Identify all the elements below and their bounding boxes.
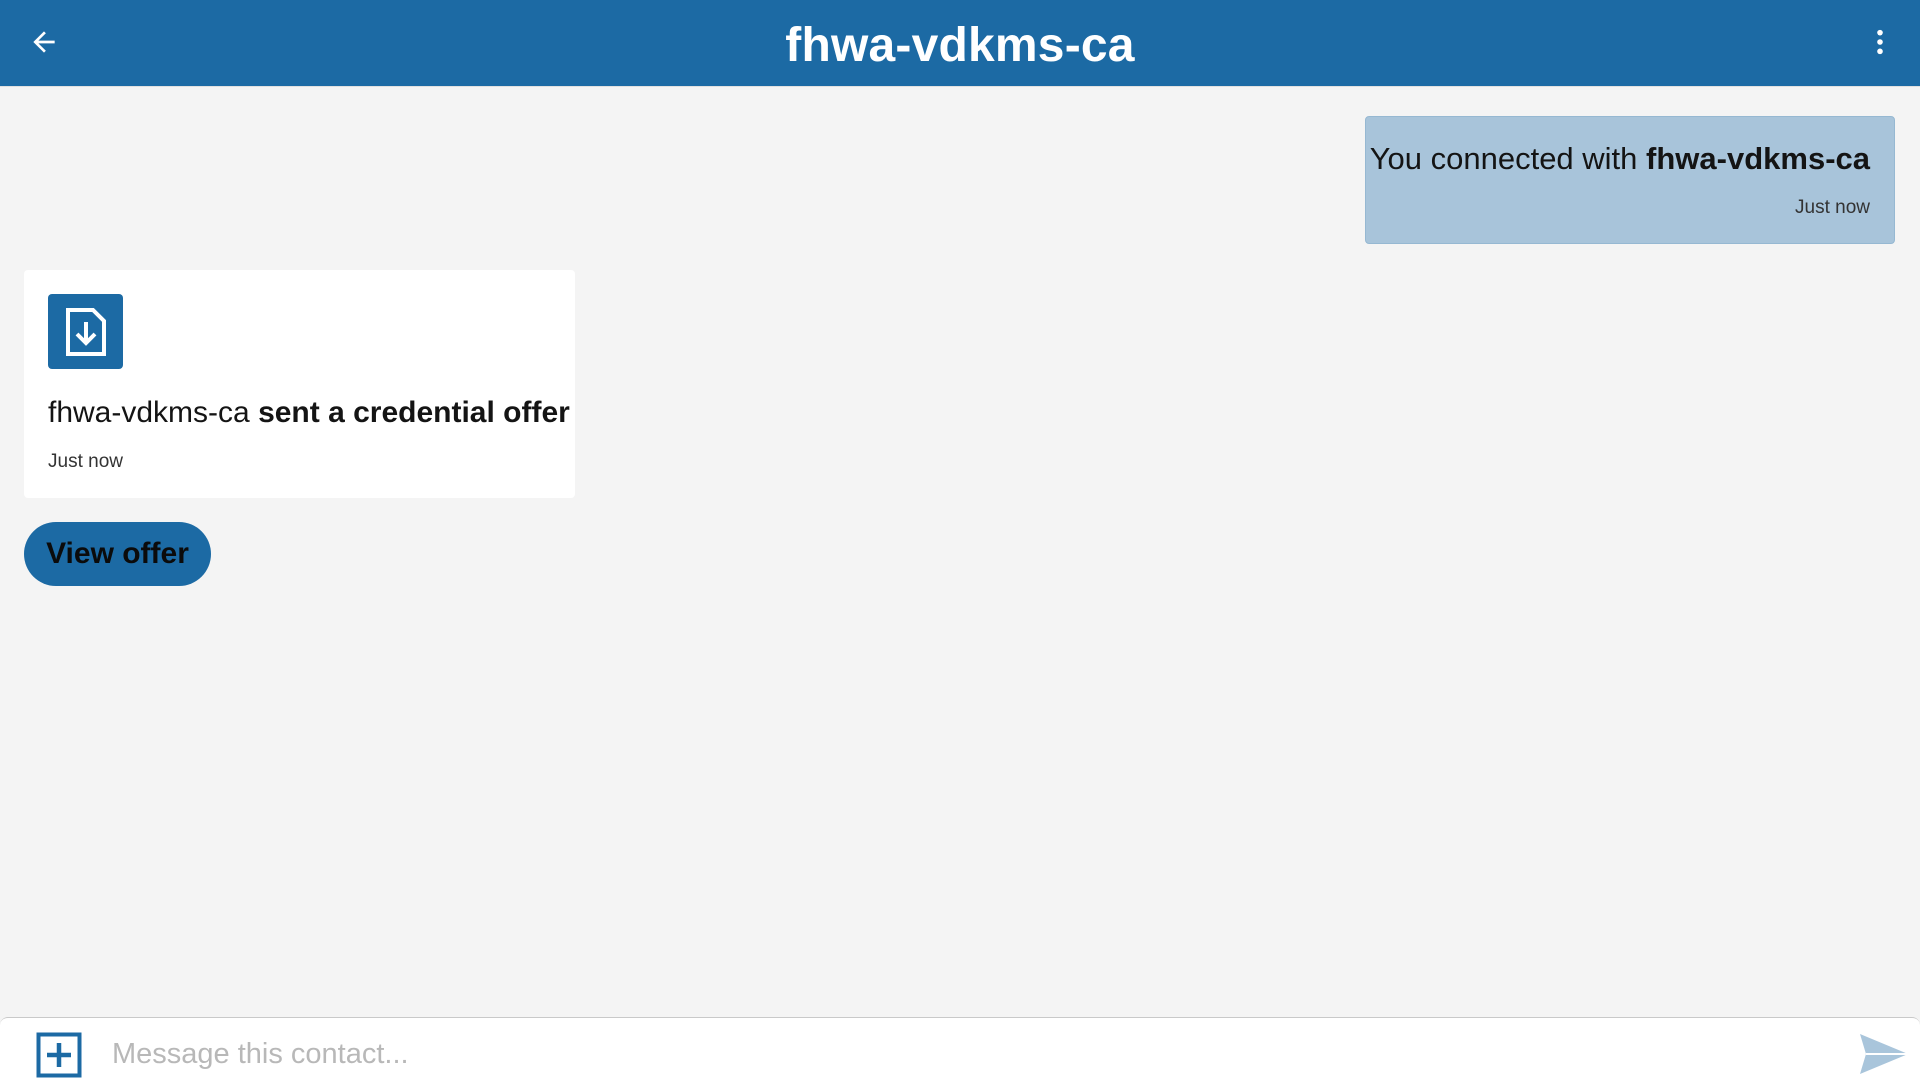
credential-offer-card: fhwa-vdkms-ca sent a credential offer Ju… [24,270,575,498]
offer-action: sent a credential offer [258,396,570,429]
offer-sender: fhwa-vdkms-ca [48,396,250,429]
more-vertical-icon [1877,29,1883,55]
connected-prefix: You connected with [1369,141,1647,176]
credential-download-icon [48,294,123,369]
message-timestamp: Just now [48,451,123,472]
message-composer [0,1017,1920,1088]
send-button[interactable] [1856,1028,1912,1080]
connected-message-bubble: You connected with fhwa-vdkms-ca Just no… [1365,116,1895,244]
page-title: fhwa-vdkms-ca [785,19,1135,72]
view-offer-button[interactable]: View offer [24,522,211,586]
attach-button[interactable] [36,1032,82,1078]
connected-message-text: You connected with fhwa-vdkms-ca [1370,141,1870,177]
more-options-button[interactable] [1856,18,1904,66]
plus-square-icon [36,1032,82,1078]
chat-screen: fhwa-vdkms-ca You connected with fhwa-vd… [0,0,1920,1088]
message-input[interactable] [110,1028,1794,1080]
connected-contact-name: fhwa-vdkms-ca [1646,141,1870,176]
send-icon [1860,1034,1908,1074]
message-timestamp: Just now [1795,197,1870,218]
app-header: fhwa-vdkms-ca [0,0,1920,86]
offer-message-text: fhwa-vdkms-ca sent a credential offer [48,396,570,430]
